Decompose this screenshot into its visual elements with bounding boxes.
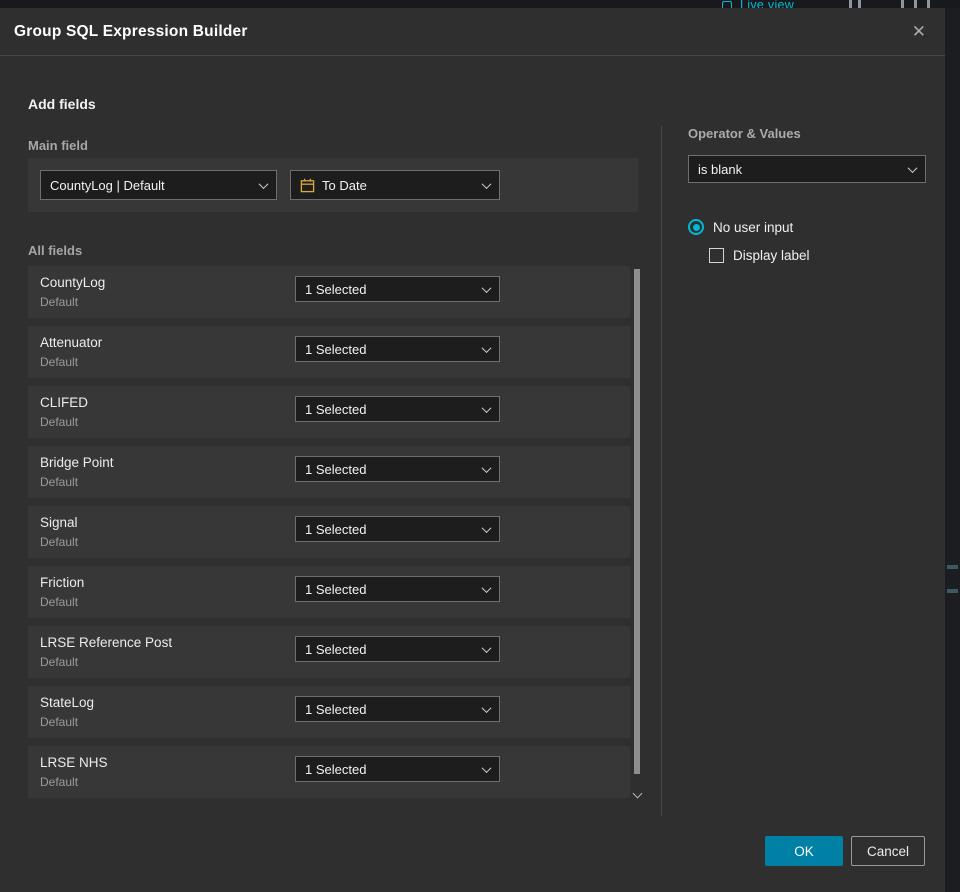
- field-row: LRSE Reference Post Default 1 Selected: [28, 626, 630, 678]
- field-row: Attenuator Default 1 Selected: [28, 326, 630, 378]
- row-selected-dropdown-label: 1 Selected: [305, 281, 367, 297]
- operator-values-title: Operator & Values: [688, 126, 801, 141]
- row-selected-dropdown-label: 1 Selected: [305, 521, 367, 537]
- field-row: Signal Default 1 Selected: [28, 506, 630, 558]
- all-fields-list: CountyLog Default 1 Selected Attenuator …: [28, 266, 630, 798]
- scrollbar[interactable]: [632, 266, 643, 808]
- main-field-row: CountyLog | Default To Date: [28, 158, 638, 212]
- live-view-icon: [722, 1, 732, 8]
- toolbar-icon[interactable]: [914, 0, 917, 8]
- row-selected-dropdown-label: 1 Selected: [305, 401, 367, 417]
- chevron-down-icon: [258, 178, 269, 189]
- radio-icon[interactable]: [688, 219, 704, 235]
- operator-values-panel: Operator & Values is blank No user input…: [688, 126, 926, 263]
- chevron-down-icon: [481, 582, 492, 593]
- field-selected-dropdown[interactable]: 1 Selected: [295, 456, 500, 482]
- field-selected-dropdown[interactable]: 1 Selected: [295, 396, 500, 422]
- row-selected-dropdown-label: 1 Selected: [305, 701, 367, 717]
- field-row: Bridge Point Default 1 Selected: [28, 446, 630, 498]
- field-row: LRSE NHS Default 1 Selected: [28, 746, 630, 798]
- panel-divider: [661, 126, 662, 816]
- no-user-input-label: No user input: [713, 219, 794, 235]
- row-selected-dropdown-label: 1 Selected: [305, 341, 367, 357]
- chevron-down-icon: [481, 282, 492, 293]
- edge-widget: [947, 589, 958, 593]
- field-row: CLIFED Default 1 Selected: [28, 386, 630, 438]
- display-label-label: Display label: [733, 248, 810, 263]
- field-selected-dropdown[interactable]: 1 Selected: [295, 756, 500, 782]
- row-selected-dropdown-label: 1 Selected: [305, 761, 367, 777]
- ok-button[interactable]: OK: [765, 836, 843, 866]
- all-fields-list-wrap: CountyLog Default 1 Selected Attenuator …: [28, 266, 643, 808]
- live-view-label[interactable]: Live view: [740, 0, 794, 8]
- chevron-down-icon: [481, 402, 492, 413]
- dialog-title: Group SQL Expression Builder: [14, 22, 248, 40]
- dialog-footer: OK Cancel: [765, 836, 925, 866]
- main-field-source-dropdown[interactable]: CountyLog | Default: [40, 170, 277, 200]
- field-selected-dropdown[interactable]: 1 Selected: [295, 336, 500, 362]
- checkbox-icon[interactable]: [709, 248, 724, 263]
- toolbar-icon[interactable]: [901, 0, 904, 8]
- edge-widget: [947, 565, 958, 569]
- chevron-down-icon: [481, 178, 492, 189]
- main-field-date-dropdown[interactable]: To Date: [290, 170, 500, 200]
- field-selected-dropdown[interactable]: 1 Selected: [295, 576, 500, 602]
- display-label-option[interactable]: Display label: [709, 248, 926, 263]
- operator-value: is blank: [698, 161, 743, 177]
- chevron-down-icon: [481, 462, 492, 473]
- toolbar-icon[interactable]: [849, 0, 852, 8]
- no-user-input-option[interactable]: No user input: [688, 219, 926, 235]
- calendar-icon: [300, 178, 315, 192]
- main-field-source-value: CountyLog | Default: [50, 177, 165, 193]
- main-field-label: Main field: [28, 138, 88, 153]
- field-selected-dropdown[interactable]: 1 Selected: [295, 636, 500, 662]
- scrollbar-thumb[interactable]: [634, 269, 640, 774]
- field-selected-dropdown[interactable]: 1 Selected: [295, 276, 500, 302]
- row-selected-dropdown-label: 1 Selected: [305, 581, 367, 597]
- field-selected-dropdown[interactable]: 1 Selected: [295, 696, 500, 722]
- chevron-down-icon: [907, 162, 918, 173]
- group-sql-expression-builder-dialog: Group SQL Expression Builder ✕ Add field…: [0, 8, 945, 892]
- row-selected-dropdown-label: 1 Selected: [305, 641, 367, 657]
- close-icon: ✕: [911, 22, 926, 41]
- app-toolbar-strip: Live view: [0, 0, 960, 8]
- dialog-header: Group SQL Expression Builder ✕: [0, 8, 945, 56]
- field-row: CountyLog Default 1 Selected: [28, 266, 630, 318]
- chevron-down-icon: [481, 642, 492, 653]
- toolbar-icon[interactable]: [927, 0, 930, 8]
- all-fields-label: All fields: [28, 243, 83, 258]
- main-field-date-value: To Date: [322, 177, 367, 193]
- cancel-button[interactable]: Cancel: [851, 836, 925, 866]
- add-fields-heading: Add fields: [28, 96, 96, 112]
- field-selected-dropdown[interactable]: 1 Selected: [295, 516, 500, 542]
- close-button[interactable]: ✕: [907, 21, 931, 42]
- field-row: StateLog Default 1 Selected: [28, 686, 630, 738]
- scroll-down-icon[interactable]: [632, 788, 643, 799]
- operator-dropdown[interactable]: is blank: [688, 155, 926, 183]
- toolbar-icon[interactable]: [858, 0, 861, 8]
- row-selected-dropdown-label: 1 Selected: [305, 461, 367, 477]
- chevron-down-icon: [481, 342, 492, 353]
- chevron-down-icon: [481, 762, 492, 773]
- field-row: Friction Default 1 Selected: [28, 566, 630, 618]
- chevron-down-icon: [481, 522, 492, 533]
- chevron-down-icon: [481, 702, 492, 713]
